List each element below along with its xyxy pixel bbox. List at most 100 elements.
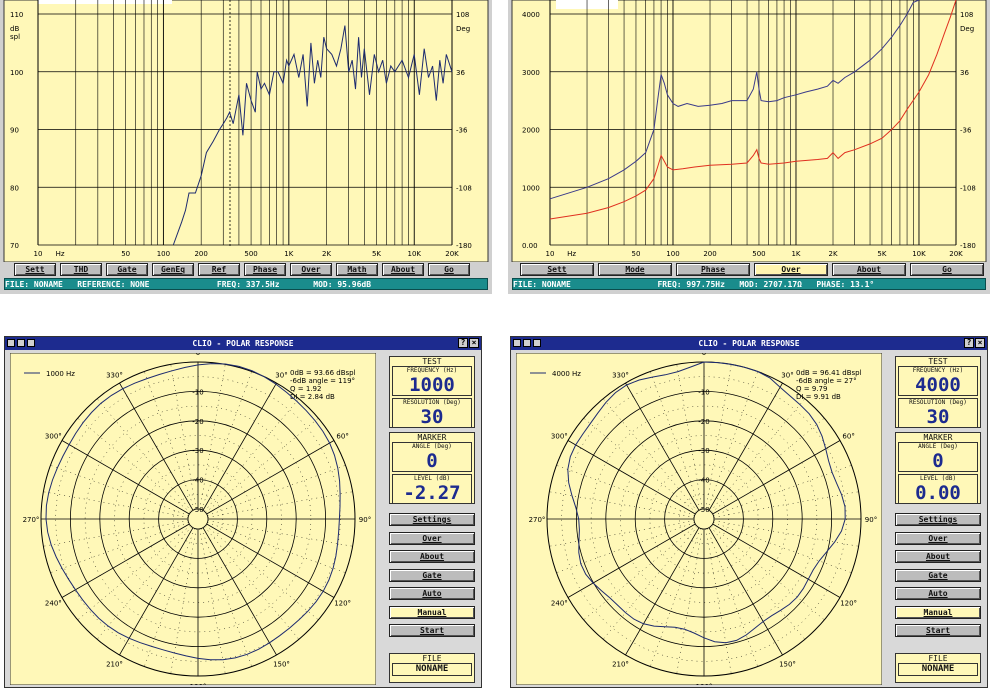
- button-over[interactable]: Over: [895, 531, 981, 545]
- x-tick-label: 20K: [949, 250, 963, 258]
- button-go[interactable]: Go: [910, 263, 984, 276]
- button-mode[interactable]: Mode: [598, 263, 672, 276]
- angle-label: 270°: [529, 516, 546, 524]
- x-tick-label: 200: [703, 250, 716, 258]
- polar-chart: -10 -20 -30 -40 -50 0 30° 60° 90° 120° 150° 180° 210…: [516, 353, 882, 685]
- save-icon[interactable]: [523, 339, 531, 347]
- close-icon[interactable]: ×: [469, 338, 479, 348]
- button-gate[interactable]: Gate: [895, 568, 981, 582]
- ring-label: -20: [192, 418, 203, 426]
- readout-value: 30: [926, 406, 950, 428]
- button-thd[interactable]: THD: [60, 263, 102, 276]
- print-icon[interactable]: [27, 339, 35, 347]
- resolution-readout[interactable]: RESOLUTION (Deg) 30: [898, 398, 978, 428]
- file-readout[interactable]: NONAME: [898, 663, 978, 676]
- ring-label: -40: [698, 477, 709, 485]
- button-manual[interactable]: Manual: [389, 605, 475, 619]
- y-right-tick-label: -36: [960, 127, 972, 135]
- impedance-chart: Deg 4000 3000 2000 1000 0.00 108 36 -36 -108 -18…: [511, 0, 987, 262]
- x-tick-label: 2K: [828, 250, 837, 258]
- button-about[interactable]: About: [382, 263, 424, 276]
- y-tick-label: 3000: [522, 69, 540, 77]
- system-menu-icon[interactable]: [7, 339, 15, 347]
- polar-info-line: DI = 2.84 dB: [290, 393, 335, 401]
- button-about[interactable]: About: [832, 263, 906, 276]
- freq-response-toolbar: Sett THD Gate GenEq Ref Phase Over Math About Go: [14, 263, 470, 276]
- y-tick-label: 0.00: [522, 242, 538, 250]
- button-sett[interactable]: Sett: [14, 263, 56, 276]
- x-tick-label: Hz: [567, 250, 576, 258]
- button-auto[interactable]: Auto: [389, 587, 475, 600]
- resolution-readout[interactable]: RESOLUTION (Deg) 30: [392, 398, 472, 428]
- button-gate[interactable]: Gate: [106, 263, 148, 276]
- help-icon[interactable]: ?: [458, 338, 468, 348]
- freq-response-window: dB spl Deg 110 100 90 80 70 108 36 -36 -108 -180…: [0, 0, 492, 294]
- ring-label: -40: [192, 477, 203, 485]
- button-about[interactable]: About: [895, 550, 981, 563]
- file-readout[interactable]: NONAME: [392, 663, 472, 676]
- x-tick-label: 50: [632, 250, 641, 258]
- button-start[interactable]: Start: [389, 624, 475, 637]
- x-tick-label: 10K: [407, 250, 421, 258]
- level-readout[interactable]: LEVEL (dB) 0.00: [898, 474, 978, 504]
- x-tick-label: Hz: [56, 250, 65, 258]
- close-icon[interactable]: ×: [975, 338, 985, 348]
- angle-label: 0: [702, 353, 706, 357]
- button-geneq[interactable]: GenEq: [152, 263, 194, 276]
- y-axis-unit: dB: [10, 25, 19, 33]
- x-tick-label: 20K: [445, 250, 459, 258]
- marker-panel: MARKER ANGLE (Deg) 0 LEVEL (dB) -2.27: [389, 432, 475, 504]
- angle-label: 180°: [696, 683, 713, 685]
- y-right-tick-label: 36: [456, 69, 465, 77]
- angle-label: 120°: [840, 600, 857, 608]
- button-phase[interactable]: Phase: [244, 263, 286, 276]
- button-over[interactable]: Over: [754, 263, 828, 276]
- y-right-unit: Deg: [960, 25, 974, 33]
- level-readout[interactable]: LEVEL (dB) -2.27: [392, 474, 472, 504]
- angle-label: 240°: [45, 600, 62, 608]
- panel-title: TEST: [928, 357, 948, 366]
- y-right-tick-label: 108: [960, 11, 973, 19]
- x-tick-label: 100: [666, 250, 679, 258]
- x-tick-label: 10: [546, 250, 555, 258]
- file-panel: FILE NONAME: [389, 653, 475, 683]
- button-gate[interactable]: Gate: [389, 568, 475, 582]
- button-math[interactable]: Math: [336, 263, 378, 276]
- polar-chart: -10 -20 -30 -40 -50 0 30° 60° 90° 120° 150° 180° 210…: [10, 353, 376, 685]
- x-tick-label: 1K: [791, 250, 800, 258]
- button-manual[interactable]: Manual: [895, 605, 981, 619]
- button-over[interactable]: Over: [389, 531, 475, 545]
- button-settings[interactable]: Settings: [389, 513, 475, 526]
- readout-value: 0: [426, 450, 438, 472]
- ring-label: -50: [192, 506, 203, 514]
- print-icon[interactable]: [533, 339, 541, 347]
- angle-label: 90°: [865, 516, 877, 524]
- frequency-readout[interactable]: FREQUENCY (Hz) 1000: [392, 366, 472, 396]
- button-about[interactable]: About: [389, 550, 475, 563]
- angle-readout[interactable]: ANGLE (Deg) 0: [392, 442, 472, 472]
- button-start[interactable]: Start: [895, 624, 981, 637]
- help-icon[interactable]: ?: [964, 338, 974, 348]
- angle-label: 0: [196, 353, 200, 357]
- button-settings[interactable]: Settings: [895, 513, 981, 526]
- save-icon[interactable]: [17, 339, 25, 347]
- x-tick-label: 10: [34, 250, 43, 258]
- angle-label: 330°: [612, 371, 629, 379]
- button-go[interactable]: Go: [428, 263, 470, 276]
- button-over[interactable]: Over: [290, 263, 332, 276]
- panel-title: FILE: [422, 654, 442, 663]
- ring-label: -20: [698, 418, 709, 426]
- button-phase[interactable]: Phase: [676, 263, 750, 276]
- y-right-tick-label: -180: [960, 242, 976, 250]
- button-auto[interactable]: Auto: [895, 587, 981, 600]
- button-sett[interactable]: Sett: [520, 263, 594, 276]
- readout-value: NONAME: [415, 664, 449, 674]
- y-right-tick-label: 36: [960, 69, 969, 77]
- system-menu-icon[interactable]: [513, 339, 521, 347]
- button-ref[interactable]: Ref: [198, 263, 240, 276]
- x-tick-label: 10K: [912, 250, 926, 258]
- angle-readout[interactable]: ANGLE (Deg) 0: [898, 442, 978, 472]
- impedance-toolbar: Sett Mode Phase Over About Go: [520, 263, 984, 276]
- frequency-readout[interactable]: FREQUENCY (Hz) 4000: [898, 366, 978, 396]
- status-bar: FILE: NONAME REFERENCE: NONE FREQ: 337.5…: [4, 278, 488, 290]
